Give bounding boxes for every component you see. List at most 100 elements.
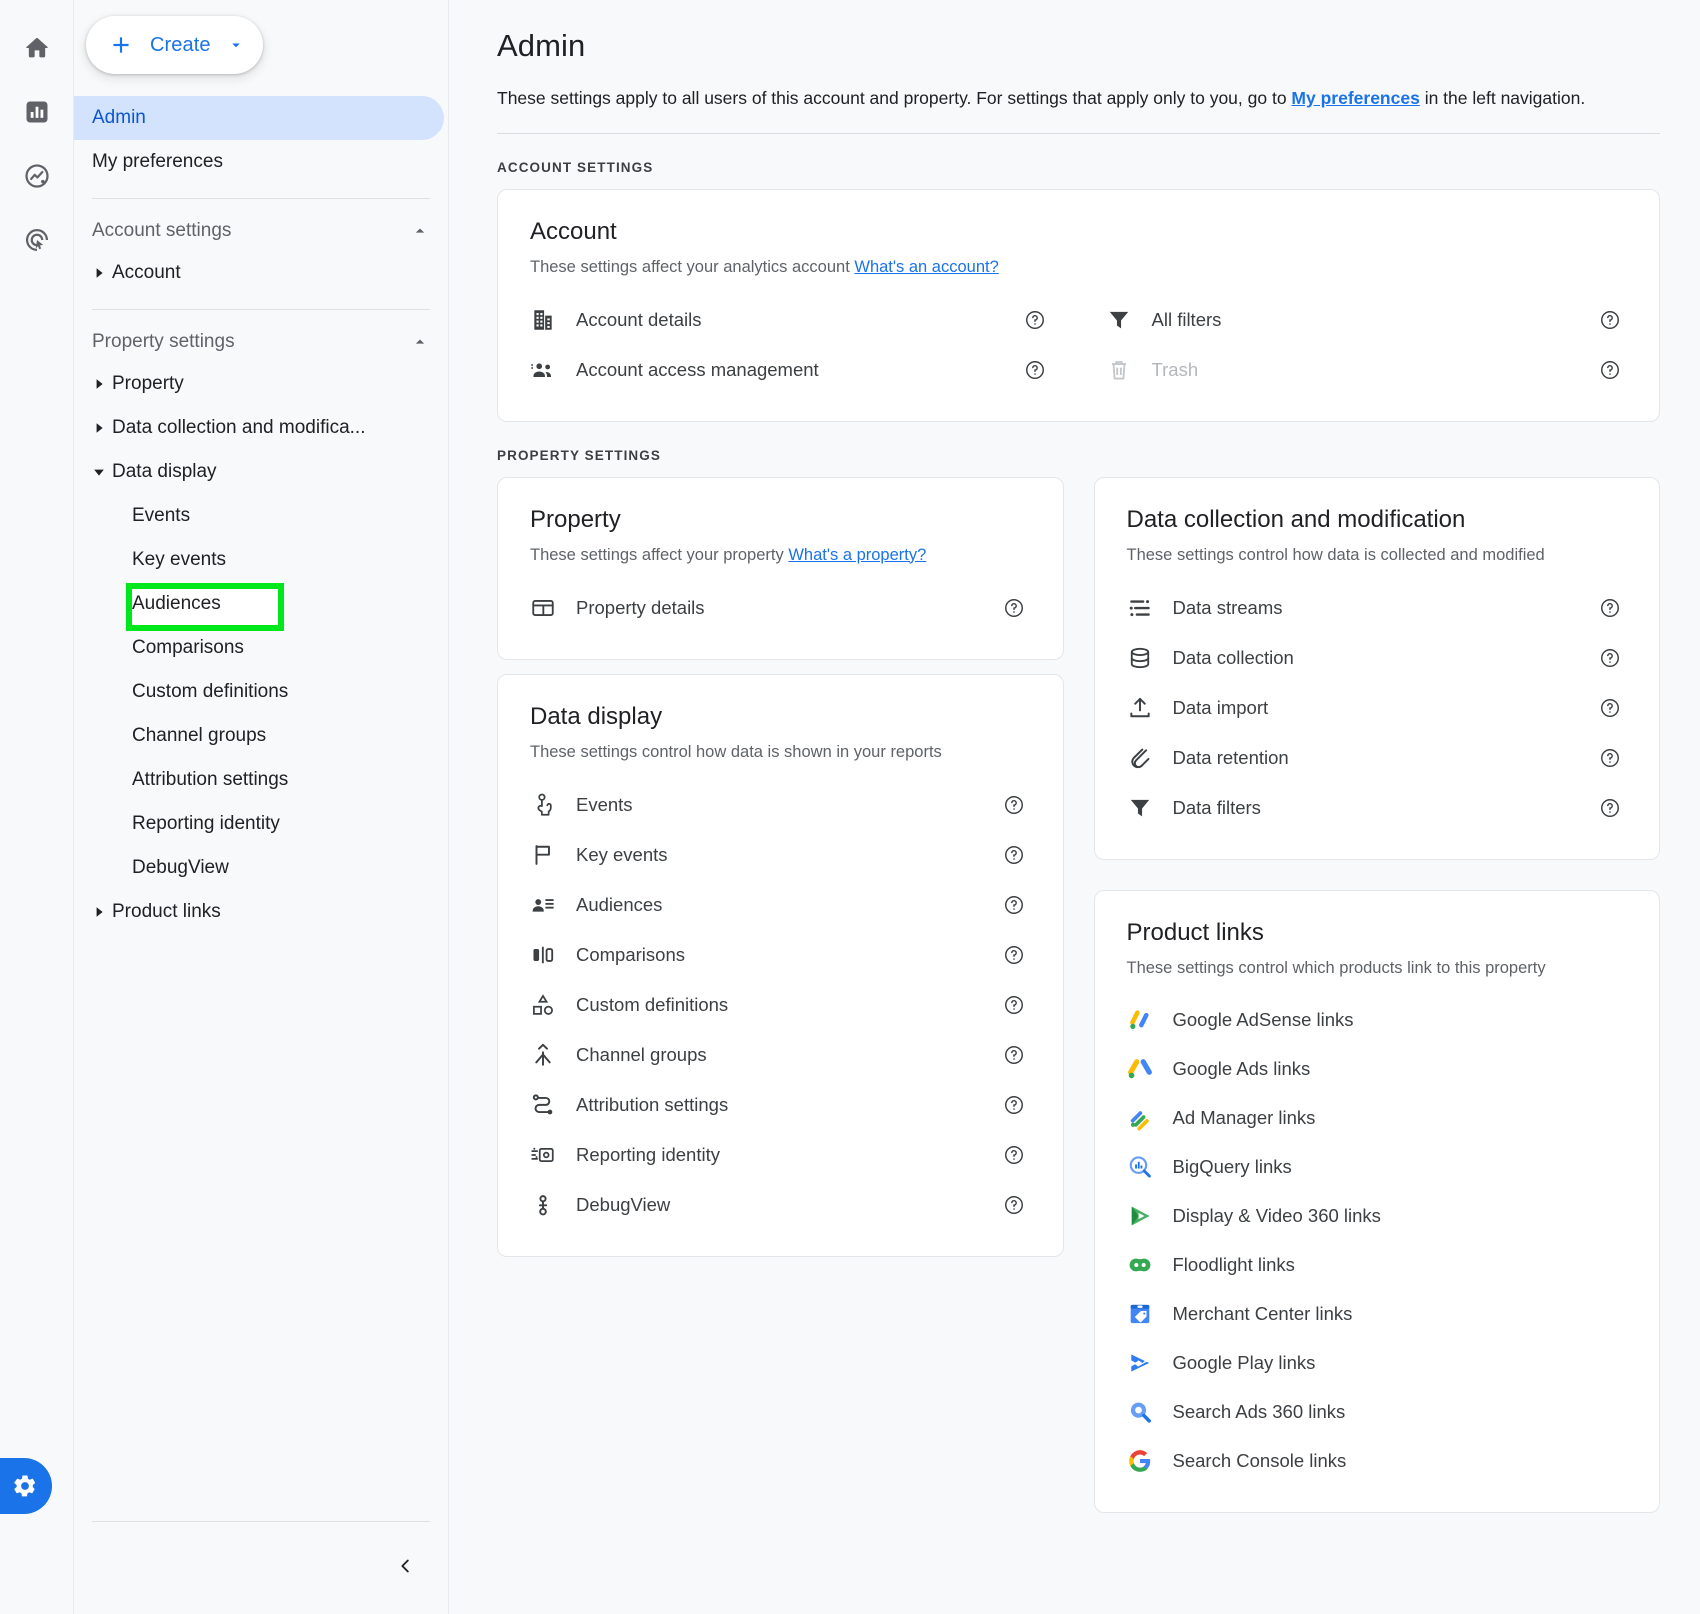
- sidebar-item-attribution-settings[interactable]: Attribution settings: [74, 758, 448, 802]
- debug-bug-icon: [530, 1192, 576, 1218]
- search-console-links-row[interactable]: Search Console links: [1127, 1437, 1628, 1486]
- help-icon[interactable]: [1593, 797, 1627, 819]
- data-retention-row[interactable]: Data retention: [1127, 733, 1628, 783]
- sidebar-group-property-settings[interactable]: Property settings: [74, 322, 448, 362]
- help-icon[interactable]: [1018, 359, 1052, 381]
- my-preferences-link[interactable]: My preferences: [1291, 88, 1419, 108]
- advertising-icon[interactable]: [0, 208, 74, 272]
- sidebar-item-key-events[interactable]: Key events: [74, 538, 448, 582]
- whats-a-property-link[interactable]: What's a property?: [788, 546, 926, 564]
- events-row[interactable]: Events: [530, 780, 1031, 830]
- property-details-row[interactable]: Property details: [530, 583, 1031, 633]
- upload-icon: [1127, 695, 1173, 721]
- sidebar-tree-data-display[interactable]: Data display: [74, 450, 448, 494]
- help-icon[interactable]: [1593, 359, 1627, 381]
- debugview-row[interactable]: DebugView: [530, 1180, 1031, 1230]
- bigquery-links-row[interactable]: BigQuery links: [1127, 1143, 1628, 1192]
- triangle-right-icon: [86, 422, 112, 434]
- audience-icon: [530, 892, 576, 918]
- help-icon[interactable]: [997, 1094, 1031, 1116]
- floodlight-links-row[interactable]: Floodlight links: [1127, 1241, 1628, 1290]
- filter-icon: [1127, 795, 1173, 821]
- help-icon[interactable]: [1593, 697, 1627, 719]
- key-events-row[interactable]: Key events: [530, 830, 1031, 880]
- floodlight-links-label: Floodlight links: [1172, 1254, 1295, 1275]
- whats-an-account-link[interactable]: What's an account?: [854, 258, 998, 276]
- display-video-360-links-row[interactable]: Display & Video 360 links: [1127, 1192, 1628, 1241]
- audiences-row[interactable]: Audiences: [530, 880, 1031, 930]
- ad-manager-links-row[interactable]: Ad Manager links: [1127, 1094, 1628, 1143]
- icon-rail: [0, 0, 74, 1614]
- help-icon[interactable]: [997, 844, 1031, 866]
- reports-icon[interactable]: [0, 80, 74, 144]
- help-icon[interactable]: [1018, 309, 1052, 331]
- sidebar-item-events[interactable]: Events: [74, 494, 448, 538]
- attribution-settings-label: Attribution settings: [576, 1093, 729, 1115]
- help-icon[interactable]: [1593, 309, 1627, 331]
- sidebar-tree-product-links[interactable]: Product links: [74, 890, 448, 934]
- help-icon[interactable]: [1593, 647, 1627, 669]
- account-access-management-row[interactable]: Account access management: [530, 345, 1052, 395]
- sidebar-tree-account[interactable]: Account: [74, 251, 448, 295]
- help-icon[interactable]: [997, 944, 1031, 966]
- custom-definitions-label: Custom definitions: [576, 993, 729, 1015]
- account-details-row[interactable]: Account details: [530, 295, 1052, 345]
- reporting-identity-row[interactable]: Reporting identity: [530, 1130, 1031, 1180]
- sidebar-item-my-preferences[interactable]: My preferences: [74, 140, 444, 184]
- product-links-card: Product links These settings control whi…: [1093, 889, 1660, 1513]
- search-ads-360-links-row[interactable]: Search Ads 360 links: [1127, 1388, 1628, 1437]
- help-icon[interactable]: [997, 1044, 1031, 1066]
- google-ads-links-row[interactable]: Google Ads links: [1127, 1045, 1628, 1094]
- data-import-row[interactable]: Data import: [1127, 683, 1628, 733]
- data-filters-row[interactable]: Data filters: [1127, 783, 1628, 833]
- google-play-links-row[interactable]: Google Play links: [1127, 1339, 1628, 1388]
- sidebar-item-channel-groups[interactable]: Channel groups: [74, 714, 448, 758]
- explore-icon[interactable]: [0, 144, 74, 208]
- sidebar-group-account-settings[interactable]: Account settings: [74, 211, 448, 251]
- help-icon[interactable]: [997, 597, 1031, 619]
- admin-gear-button[interactable]: [0, 1458, 52, 1514]
- help-icon[interactable]: [997, 794, 1031, 816]
- google-adsense-links-row[interactable]: Google AdSense links: [1127, 996, 1628, 1045]
- help-icon[interactable]: [1593, 597, 1627, 619]
- sidebar-item-admin[interactable]: Admin: [74, 96, 444, 140]
- help-icon[interactable]: [997, 1194, 1031, 1216]
- chevron-up-icon: [410, 221, 430, 241]
- attribution-path-icon: [530, 1092, 576, 1118]
- reporting-identity-icon: [530, 1142, 576, 1168]
- data-streams-icon: [1127, 595, 1173, 621]
- comparisons-row[interactable]: Comparisons: [530, 930, 1031, 980]
- sidebar-item-custom-definitions[interactable]: Custom definitions: [74, 670, 448, 714]
- help-icon[interactable]: [1593, 747, 1627, 769]
- dv360-icon: [1127, 1203, 1173, 1229]
- all-filters-row[interactable]: All filters: [1106, 295, 1628, 345]
- collapse-nav-button[interactable]: [386, 1546, 426, 1586]
- property-card: Property These settings affect your prop…: [497, 476, 1064, 660]
- custom-definitions-row[interactable]: Custom definitions: [530, 980, 1031, 1030]
- sidebar-item-reporting-identity[interactable]: Reporting identity: [74, 802, 448, 846]
- sidebar-divider-1: [92, 198, 430, 199]
- sidebar-item-label: Attribution settings: [132, 769, 289, 790]
- sidebar-tree-data-collection[interactable]: Data collection and modifica...: [74, 406, 448, 450]
- channel-groups-row[interactable]: Channel groups: [530, 1030, 1031, 1080]
- bigquery-icon: [1127, 1154, 1173, 1180]
- help-icon[interactable]: [997, 994, 1031, 1016]
- account-card-right-column: All filters Trash: [1106, 295, 1628, 395]
- data-collection-card-subtitle: These settings control how data is colle…: [1126, 545, 1545, 564]
- sidebar-item-label: Audiences: [132, 593, 221, 614]
- data-collection-row[interactable]: Data collection: [1127, 633, 1628, 683]
- data-streams-row[interactable]: Data streams: [1127, 583, 1628, 633]
- help-icon[interactable]: [997, 894, 1031, 916]
- comparisons-label: Comparisons: [576, 943, 685, 965]
- sidebar-tree-property[interactable]: Property: [74, 362, 448, 406]
- home-icon[interactable]: [0, 16, 74, 80]
- sidebar-item-comparisons[interactable]: Comparisons: [74, 626, 448, 670]
- attribution-settings-row[interactable]: Attribution settings: [530, 1080, 1031, 1130]
- trash-row[interactable]: Trash: [1106, 345, 1628, 395]
- merchant-center-links-row[interactable]: Merchant Center links: [1127, 1290, 1628, 1339]
- sidebar-item-audiences[interactable]: Audiences: [74, 582, 448, 631]
- data-display-card-subtitle: These settings control how data is shown…: [530, 742, 942, 761]
- sidebar-item-debugview[interactable]: DebugView: [74, 846, 448, 890]
- help-icon[interactable]: [997, 1144, 1031, 1166]
- create-button[interactable]: Create: [86, 16, 263, 74]
